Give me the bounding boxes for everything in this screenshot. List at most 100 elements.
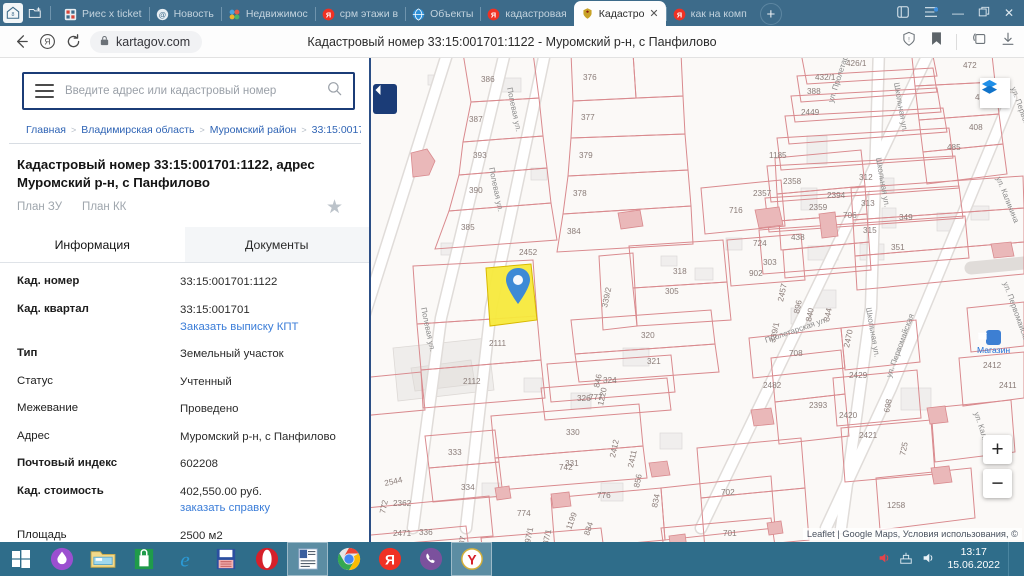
taskbar-app-save[interactable] xyxy=(205,542,246,576)
breadcrumb-item-district[interactable]: Муромский район xyxy=(210,124,297,136)
map-attribution[interactable]: Leaflet | Google Maps, Условия использов… xyxy=(802,528,1022,540)
taskbar-microsoft-store[interactable] xyxy=(123,542,164,576)
taskbar-clock[interactable]: 13:17 15.06.2022 xyxy=(943,546,1000,572)
svg-text:2421: 2421 xyxy=(859,431,878,440)
svg-text:408: 408 xyxy=(969,123,983,132)
svg-text:388: 388 xyxy=(807,87,821,96)
yandex-circle-icon[interactable]: Я xyxy=(34,29,60,55)
map-vector-layer: Полевая ул. Полевая ул. Полевая ул. Школ… xyxy=(371,58,1024,542)
minimize-button[interactable]: — xyxy=(952,6,964,20)
tabstrip-left-buttons: 8 xyxy=(0,0,57,26)
svg-text:2412: 2412 xyxy=(983,361,1002,370)
sound-icon[interactable] xyxy=(921,551,935,568)
reload-icon[interactable] xyxy=(60,29,86,55)
browser-tab[interactable]: Я кадастровая xyxy=(480,2,573,26)
poi-label: Магазин xyxy=(977,345,1011,355)
taskbar-yandex-browser[interactable]: Я xyxy=(369,542,410,576)
map-canvas[interactable]: Полевая ул. Полевая ул. Полевая ул. Школ… xyxy=(371,58,1024,542)
new-tab-button[interactable]: + xyxy=(759,3,782,25)
start-button[interactable] xyxy=(0,542,41,576)
network-icon[interactable] xyxy=(899,551,913,568)
tab-label: срм этажи в xyxy=(339,8,399,20)
sidebar-toggle-icon[interactable] xyxy=(896,5,910,22)
property-value-text: 402,550.00 руб. xyxy=(180,485,262,498)
zoom-out-button[interactable]: − xyxy=(983,469,1012,498)
svg-text:432/1: 432/1 xyxy=(815,73,836,82)
browser-tab-active[interactable]: Кадастро ✕ xyxy=(573,1,666,26)
taskbar-google-chrome[interactable] xyxy=(328,542,369,576)
map-layers-button[interactable] xyxy=(980,78,1010,108)
browser-tab[interactable]: Я как на комп xyxy=(665,2,754,26)
property-key: Почтовый индекс xyxy=(17,457,118,470)
svg-text:2362: 2362 xyxy=(393,499,412,508)
svg-text:387: 387 xyxy=(469,115,483,124)
close-icon[interactable]: ✕ xyxy=(649,7,658,20)
taskbar-yandex-browser-2[interactable]: Y xyxy=(451,542,492,576)
page-title: Кадастровый номер 33:15:001701:1122, адр… xyxy=(17,157,315,191)
svg-text:393: 393 xyxy=(473,151,487,160)
svg-text:1185: 1185 xyxy=(769,151,787,160)
tab-documents[interactable]: Документы xyxy=(184,227,369,263)
svg-text:706: 706 xyxy=(843,211,857,220)
tab-information[interactable]: Информация xyxy=(0,227,185,263)
svg-text:!: ! xyxy=(908,37,910,44)
svg-text:2471: 2471 xyxy=(393,529,412,538)
svg-text:Я: Я xyxy=(491,10,496,19)
shield-icon[interactable]: ! xyxy=(901,31,917,52)
star-icon[interactable]: ★ xyxy=(326,196,343,219)
yandex-icon: Я xyxy=(487,8,500,21)
menu-icon[interactable] xyxy=(924,6,939,21)
search-icon[interactable] xyxy=(327,81,342,101)
download-icon[interactable] xyxy=(1000,31,1016,52)
search-bar[interactable] xyxy=(22,72,355,110)
chevron-left-icon xyxy=(375,85,381,95)
panel-tabs: Информация Документы xyxy=(0,227,369,264)
svg-text:377: 377 xyxy=(581,113,595,122)
property-row: Кад. квартал 33:15:001701 Заказать выпис… xyxy=(0,302,369,335)
svg-text:Я: Я xyxy=(677,10,682,19)
close-button[interactable]: ✕ xyxy=(1004,6,1014,20)
panel-collapse-button[interactable] xyxy=(373,84,397,114)
svg-text:2394: 2394 xyxy=(827,191,846,200)
volume-icon[interactable] xyxy=(877,551,891,568)
browser-tab[interactable]: @ Новость xyxy=(148,2,221,26)
breadcrumb-item-region[interactable]: Владимирская область xyxy=(81,124,194,136)
windows-icon xyxy=(11,550,30,568)
order-kpt-extract-link[interactable]: Заказать выписку КПТ xyxy=(180,319,299,336)
svg-text:330: 330 xyxy=(566,428,580,437)
browser-tab[interactable]: Я срм этажи в xyxy=(314,2,405,26)
new-group-button[interactable] xyxy=(25,3,45,23)
taskbar-viber[interactable] xyxy=(410,542,451,576)
address-bar[interactable]: kartagov.com xyxy=(90,30,203,53)
property-value: Земельный участок xyxy=(180,348,284,361)
taskbar-wordpad[interactable] xyxy=(287,542,328,576)
search-input[interactable] xyxy=(65,85,316,97)
bookmark-icon[interactable] xyxy=(930,31,943,52)
yandex-icon: Я xyxy=(378,547,401,571)
property-value: 2500 м2 xyxy=(180,529,223,542)
viber-icon xyxy=(419,547,442,571)
taskbar-app-drop[interactable] xyxy=(41,542,82,576)
taskbar-opera[interactable] xyxy=(246,542,287,576)
taskbar-internet-explorer[interactable]: e xyxy=(164,542,205,576)
hamburger-icon[interactable] xyxy=(35,84,54,98)
restore-button[interactable] xyxy=(978,6,990,21)
zoom-in-button[interactable]: + xyxy=(983,435,1012,464)
breadcrumb-item-home[interactable]: Главная xyxy=(26,124,66,136)
breadcrumb-item-quarter[interactable]: 33:15:0017 xyxy=(312,124,361,136)
browser-tab[interactable]: Недвижимос xyxy=(220,2,315,26)
plan-kk-link[interactable]: План КК xyxy=(82,201,126,213)
back-arrow-icon[interactable] xyxy=(8,29,34,55)
svg-text:426/1: 426/1 xyxy=(846,59,867,68)
lock-icon xyxy=(99,33,110,51)
browser-tab[interactable]: Объекты xyxy=(405,2,480,26)
plan-zu-link[interactable]: План ЗУ xyxy=(17,201,62,213)
breadcrumb-separator: > xyxy=(199,125,205,135)
browser-tab[interactable]: Риес x ticket xyxy=(57,2,149,26)
poi-shop[interactable]: Магазин xyxy=(977,330,1010,355)
order-certificate-link[interactable]: заказать справку xyxy=(180,500,270,517)
home-button[interactable]: 8 xyxy=(3,3,23,23)
taskbar-file-explorer[interactable] xyxy=(82,542,123,576)
collections-icon[interactable] xyxy=(970,31,987,52)
show-desktop-button[interactable] xyxy=(1008,542,1016,576)
